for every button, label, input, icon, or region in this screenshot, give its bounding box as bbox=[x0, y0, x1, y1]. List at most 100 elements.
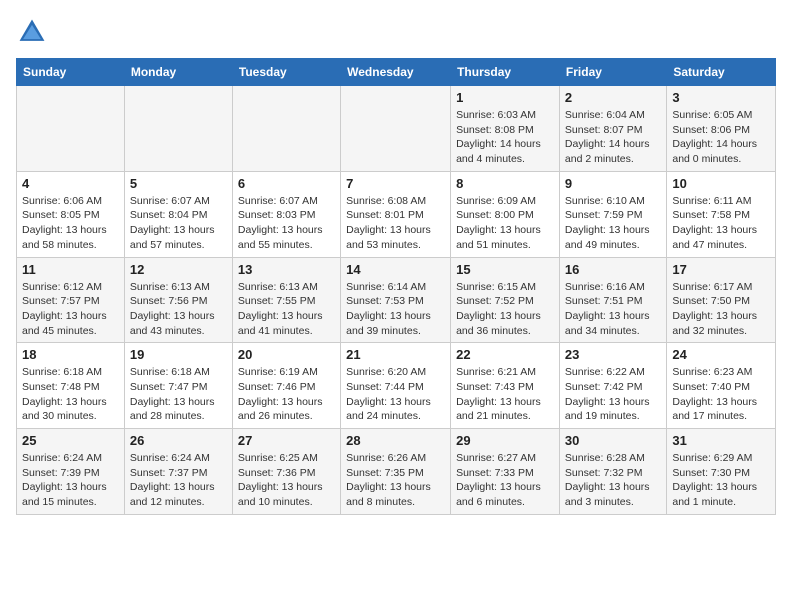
weekday-header-saturday: Saturday bbox=[667, 59, 776, 86]
day-number: 7 bbox=[346, 176, 445, 191]
day-number: 20 bbox=[238, 347, 335, 362]
calendar-cell: 3Sunrise: 6:05 AMSunset: 8:06 PMDaylight… bbox=[667, 86, 776, 172]
day-info: Sunrise: 6:25 AMSunset: 7:36 PMDaylight:… bbox=[238, 451, 335, 510]
day-info: Sunrise: 6:05 AMSunset: 8:06 PMDaylight:… bbox=[672, 108, 770, 167]
day-info: Sunrise: 6:21 AMSunset: 7:43 PMDaylight:… bbox=[456, 365, 554, 424]
day-info: Sunrise: 6:11 AMSunset: 7:58 PMDaylight:… bbox=[672, 194, 770, 253]
day-info: Sunrise: 6:27 AMSunset: 7:33 PMDaylight:… bbox=[456, 451, 554, 510]
calendar-cell bbox=[341, 86, 451, 172]
calendar-week-row: 1 Sunrise: 6:03 AMSunset: 8:08 PMDaylight… bbox=[17, 86, 776, 172]
calendar-cell: 18 Sunrise: 6:18 AMSunset: 7:48 PMDayligh… bbox=[17, 343, 125, 429]
weekday-header-monday: Monday bbox=[124, 59, 232, 86]
day-number: 16 bbox=[565, 262, 661, 277]
weekday-header-wednesday: Wednesday bbox=[341, 59, 451, 86]
calendar-cell: 30 Sunrise: 6:28 AMSunset: 7:32 PMDayligh… bbox=[559, 429, 666, 515]
day-number: 15 bbox=[456, 262, 554, 277]
day-number: 19 bbox=[130, 347, 227, 362]
day-number: 17 bbox=[672, 262, 770, 277]
calendar-cell: 8Sunrise: 6:09 AMSunset: 8:00 PMDaylight… bbox=[451, 171, 560, 257]
calendar-week-row: 4Sunrise: 6:06 AMSunset: 8:05 PMDaylight… bbox=[17, 171, 776, 257]
day-number: 24 bbox=[672, 347, 770, 362]
day-info: Sunrise: 6:12 AMSunset: 7:57 PMDaylight:… bbox=[22, 280, 119, 339]
day-number: 10 bbox=[672, 176, 770, 191]
day-info: Sunrise: 6:15 AMSunset: 7:52 PMDaylight:… bbox=[456, 280, 554, 339]
day-number: 11 bbox=[22, 262, 119, 277]
calendar-cell: 14 Sunrise: 6:14 AMSunset: 7:53 PMDayligh… bbox=[341, 257, 451, 343]
calendar-cell bbox=[17, 86, 125, 172]
day-info: Sunrise: 6:13 AMSunset: 7:56 PMDaylight:… bbox=[130, 280, 227, 339]
day-info: Sunrise: 6:20 AMSunset: 7:44 PMDaylight:… bbox=[346, 365, 445, 424]
day-info: Sunrise: 6:24 AMSunset: 7:39 PMDaylight:… bbox=[22, 451, 119, 510]
day-info: Sunrise: 6:29 AMSunset: 7:30 PMDaylight:… bbox=[672, 451, 770, 510]
day-info: Sunrise: 6:24 AMSunset: 7:37 PMDaylight:… bbox=[130, 451, 227, 510]
day-info: Sunrise: 6:06 AMSunset: 8:05 PMDaylight:… bbox=[22, 194, 119, 253]
day-number: 22 bbox=[456, 347, 554, 362]
day-info: Sunrise: 6:08 AMSunset: 8:01 PMDaylight:… bbox=[346, 194, 445, 253]
day-number: 21 bbox=[346, 347, 445, 362]
day-info: Sunrise: 6:28 AMSunset: 7:32 PMDaylight:… bbox=[565, 451, 661, 510]
day-number: 8 bbox=[456, 176, 554, 191]
day-info: Sunrise: 6:14 AMSunset: 7:53 PMDaylight:… bbox=[346, 280, 445, 339]
day-number: 26 bbox=[130, 433, 227, 448]
day-number: 13 bbox=[238, 262, 335, 277]
day-number: 28 bbox=[346, 433, 445, 448]
day-info: Sunrise: 6:18 AMSunset: 7:48 PMDaylight:… bbox=[22, 365, 119, 424]
calendar-cell: 5 Sunrise: 6:07 AMSunset: 8:04 PMDaylight… bbox=[124, 171, 232, 257]
day-info: Sunrise: 6:07 AMSunset: 8:04 PMDaylight:… bbox=[130, 194, 227, 253]
calendar-cell: 7 Sunrise: 6:08 AMSunset: 8:01 PMDaylight… bbox=[341, 171, 451, 257]
page-header bbox=[16, 16, 776, 48]
day-number: 29 bbox=[456, 433, 554, 448]
calendar-cell: 2Sunrise: 6:04 AMSunset: 8:07 PMDaylight… bbox=[559, 86, 666, 172]
calendar-cell: 24 Sunrise: 6:23 AMSunset: 7:40 PMDayligh… bbox=[667, 343, 776, 429]
day-number: 12 bbox=[130, 262, 227, 277]
day-info: Sunrise: 6:10 AMSunset: 7:59 PMDaylight:… bbox=[565, 194, 661, 253]
day-info: Sunrise: 6:17 AMSunset: 7:50 PMDaylight:… bbox=[672, 280, 770, 339]
calendar-cell bbox=[124, 86, 232, 172]
day-number: 5 bbox=[130, 176, 227, 191]
calendar-cell: 29 Sunrise: 6:27 AMSunset: 7:33 PMDayligh… bbox=[451, 429, 560, 515]
day-info: Sunrise: 6:23 AMSunset: 7:40 PMDaylight:… bbox=[672, 365, 770, 424]
day-number: 1 bbox=[456, 90, 554, 105]
day-info: Sunrise: 6:26 AMSunset: 7:35 PMDaylight:… bbox=[346, 451, 445, 510]
day-info: Sunrise: 6:03 AMSunset: 8:08 PMDaylight:… bbox=[456, 108, 554, 167]
day-number: 18 bbox=[22, 347, 119, 362]
day-number: 14 bbox=[346, 262, 445, 277]
calendar-cell bbox=[232, 86, 340, 172]
calendar-cell: 27 Sunrise: 6:25 AMSunset: 7:36 PMDayligh… bbox=[232, 429, 340, 515]
day-info: Sunrise: 6:07 AMSunset: 8:03 PMDaylight:… bbox=[238, 194, 335, 253]
calendar-cell: 17 Sunrise: 6:17 AMSunset: 7:50 PMDayligh… bbox=[667, 257, 776, 343]
day-info: Sunrise: 6:22 AMSunset: 7:42 PMDaylight:… bbox=[565, 365, 661, 424]
calendar-week-row: 18 Sunrise: 6:18 AMSunset: 7:48 PMDayligh… bbox=[17, 343, 776, 429]
calendar-cell: 15 Sunrise: 6:15 AMSunset: 7:52 PMDayligh… bbox=[451, 257, 560, 343]
calendar-cell: 9 Sunrise: 6:10 AMSunset: 7:59 PMDaylight… bbox=[559, 171, 666, 257]
day-info: Sunrise: 6:13 AMSunset: 7:55 PMDaylight:… bbox=[238, 280, 335, 339]
day-number: 31 bbox=[672, 433, 770, 448]
weekday-header-tuesday: Tuesday bbox=[232, 59, 340, 86]
day-number: 6 bbox=[238, 176, 335, 191]
calendar-cell: 1 Sunrise: 6:03 AMSunset: 8:08 PMDaylight… bbox=[451, 86, 560, 172]
day-number: 23 bbox=[565, 347, 661, 362]
day-info: Sunrise: 6:16 AMSunset: 7:51 PMDaylight:… bbox=[565, 280, 661, 339]
logo-icon bbox=[16, 16, 48, 48]
weekday-header-sunday: Sunday bbox=[17, 59, 125, 86]
calendar-cell: 21 Sunrise: 6:20 AMSunset: 7:44 PMDayligh… bbox=[341, 343, 451, 429]
day-number: 27 bbox=[238, 433, 335, 448]
calendar-cell: 4Sunrise: 6:06 AMSunset: 8:05 PMDaylight… bbox=[17, 171, 125, 257]
calendar-cell: 31 Sunrise: 6:29 AMSunset: 7:30 PMDayligh… bbox=[667, 429, 776, 515]
day-number: 9 bbox=[565, 176, 661, 191]
weekday-header-friday: Friday bbox=[559, 59, 666, 86]
day-info: Sunrise: 6:18 AMSunset: 7:47 PMDaylight:… bbox=[130, 365, 227, 424]
calendar-cell: 16 Sunrise: 6:16 AMSunset: 7:51 PMDayligh… bbox=[559, 257, 666, 343]
calendar-cell: 22 Sunrise: 6:21 AMSunset: 7:43 PMDayligh… bbox=[451, 343, 560, 429]
day-info: Sunrise: 6:19 AMSunset: 7:46 PMDaylight:… bbox=[238, 365, 335, 424]
day-number: 30 bbox=[565, 433, 661, 448]
calendar-cell: 25 Sunrise: 6:24 AMSunset: 7:39 PMDayligh… bbox=[17, 429, 125, 515]
day-number: 25 bbox=[22, 433, 119, 448]
day-number: 2 bbox=[565, 90, 661, 105]
calendar-cell: 28 Sunrise: 6:26 AMSunset: 7:35 PMDayligh… bbox=[341, 429, 451, 515]
calendar-week-row: 11 Sunrise: 6:12 AMSunset: 7:57 PMDayligh… bbox=[17, 257, 776, 343]
calendar-cell: 6 Sunrise: 6:07 AMSunset: 8:03 PMDaylight… bbox=[232, 171, 340, 257]
weekday-header-row: SundayMondayTuesdayWednesdayThursdayFrid… bbox=[17, 59, 776, 86]
calendar-cell: 10 Sunrise: 6:11 AMSunset: 7:58 PMDayligh… bbox=[667, 171, 776, 257]
calendar-cell: 13 Sunrise: 6:13 AMSunset: 7:55 PMDayligh… bbox=[232, 257, 340, 343]
